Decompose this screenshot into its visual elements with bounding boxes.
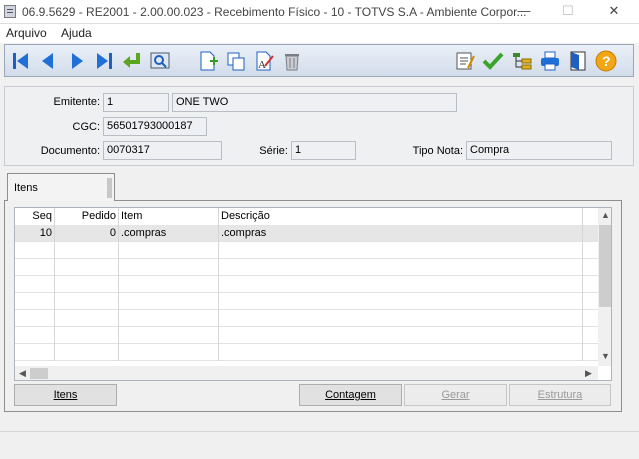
column-header-seq[interactable]: Seq [15, 208, 55, 225]
empty-row [15, 259, 598, 276]
cell-filler [583, 225, 598, 242]
scroll-left-arrow[interactable]: ◀ [15, 366, 30, 380]
status-bar [0, 431, 639, 459]
horizontal-scroll-thumb[interactable] [30, 368, 48, 379]
tipo-nota-field[interactable]: Compra [466, 141, 612, 160]
emitente-code-field[interactable]: 1 [103, 93, 169, 112]
window-title: 06.9.5629 - RE2001 - 2.00.00.023 - Receb… [22, 5, 527, 19]
empty-row [15, 327, 598, 344]
cgc-field[interactable]: 56501793000187 [103, 117, 207, 136]
first-record-icon[interactable] [9, 50, 33, 72]
delete-record-icon[interactable] [280, 50, 304, 72]
hierarchy-icon[interactable] [510, 50, 534, 72]
column-header-pedido[interactable]: Pedido [55, 208, 119, 225]
column-header-filler [583, 208, 598, 225]
vertical-scrollbar[interactable]: ▲ ▼ [598, 208, 611, 366]
copy-record-icon[interactable] [224, 50, 248, 72]
empty-row [15, 344, 598, 361]
column-header-descricao[interactable]: Descrição [219, 208, 583, 225]
tab-itens-label: Itens [14, 182, 38, 194]
confirm-check-icon[interactable] [481, 50, 505, 72]
exit-door-icon[interactable] [566, 50, 590, 72]
scroll-right-arrow[interactable]: ▶ [581, 366, 596, 380]
next-record-icon[interactable] [65, 50, 89, 72]
itens-button[interactable]: Itens [14, 384, 117, 406]
vertical-scroll-thumb[interactable] [599, 225, 611, 307]
menu-arquivo[interactable]: Arquivo [6, 26, 47, 40]
empty-row [15, 293, 598, 310]
documento-label: Documento: [40, 145, 100, 157]
maximize-button[interactable]: ☐ [548, 0, 588, 24]
cgc-label: CGC: [72, 121, 101, 133]
horizontal-scrollbar[interactable]: ◀ ▶ [15, 366, 598, 380]
close-button[interactable]: ✕ [594, 0, 634, 24]
empty-row [15, 242, 598, 259]
print-icon[interactable] [538, 50, 562, 72]
estrutura-button[interactable]: Estrutura [509, 384, 611, 406]
previous-record-icon[interactable] [36, 50, 60, 72]
tipo-nota-label: Tipo Nota: [412, 145, 463, 157]
table-row[interactable]: 10 0 .compras .compras [15, 225, 598, 242]
search-icon[interactable] [148, 50, 172, 72]
menu-ajuda[interactable]: Ajuda [61, 26, 92, 40]
go-to-icon[interactable] [120, 50, 144, 72]
cell-descricao: .compras [219, 225, 583, 242]
edit-record-icon[interactable]: A [252, 50, 276, 72]
app-icon [4, 5, 16, 18]
gerar-button[interactable]: Gerar [404, 384, 507, 406]
cell-seq: 10 [15, 225, 55, 242]
cell-item: .compras [119, 225, 219, 242]
grid-header: Seq Pedido Item Descrição [15, 208, 598, 225]
column-header-item[interactable]: Item [119, 208, 219, 225]
last-record-icon[interactable] [92, 50, 116, 72]
menu-bar: Arquivo Ajuda [0, 24, 639, 43]
minimize-button[interactable]: — [504, 0, 544, 24]
serie-field[interactable]: 1 [291, 141, 356, 160]
contagem-button[interactable]: Contagem [299, 384, 402, 406]
cell-pedido: 0 [55, 225, 119, 242]
empty-row [15, 276, 598, 293]
tab-itens[interactable]: Itens [7, 173, 115, 201]
toolbar: A ? [4, 44, 634, 77]
title-bar: 06.9.5629 - RE2001 - 2.00.00.023 - Receb… [0, 0, 639, 24]
empty-row [15, 310, 598, 327]
new-record-icon[interactable] [196, 50, 220, 72]
serie-label: Série: [259, 145, 288, 157]
scroll-up-arrow[interactable]: ▲ [598, 208, 611, 223]
tab-marker [107, 178, 112, 198]
report-icon[interactable] [453, 50, 477, 72]
items-grid[interactable]: Seq Pedido Item Descrição 10 0 .compras … [14, 207, 612, 381]
help-icon[interactable]: ? [594, 50, 618, 72]
scroll-down-arrow[interactable]: ▼ [598, 349, 611, 364]
emitente-label: Emitente: [53, 96, 100, 108]
emitente-name-field[interactable]: ONE TWO [172, 93, 457, 112]
documento-field[interactable]: 0070317 [103, 141, 222, 160]
svg-text:?: ? [602, 53, 611, 69]
